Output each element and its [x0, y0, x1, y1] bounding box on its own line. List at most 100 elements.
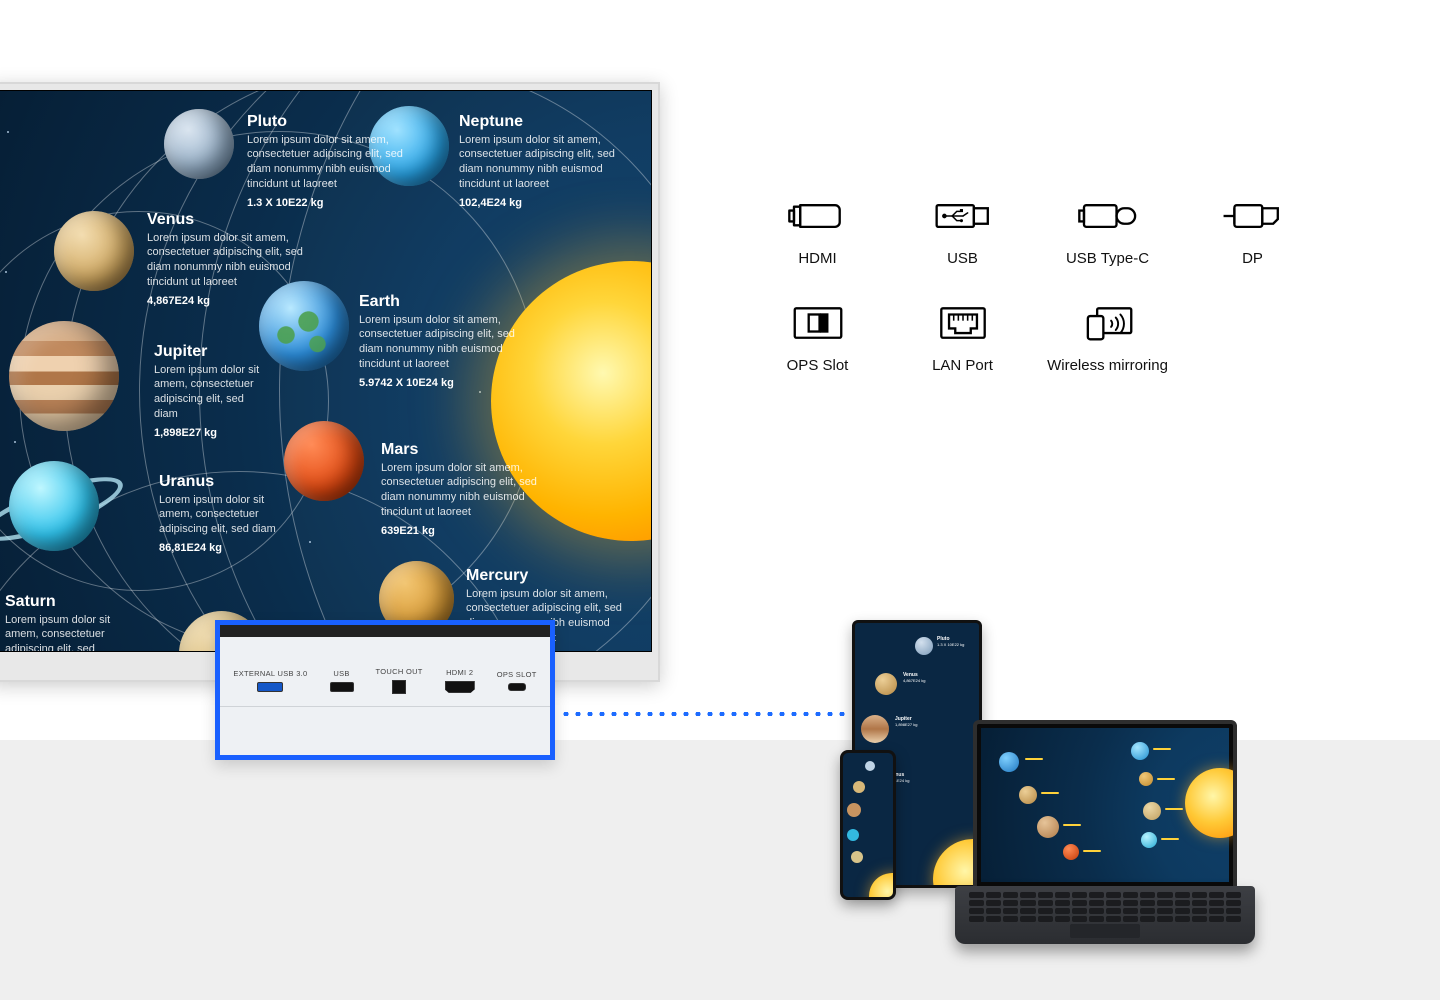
usb-c-icon: [1077, 196, 1139, 236]
port-row: EXTERNAL USB 3.0 USB TOUCH OUT HDMI 2 OP…: [220, 655, 550, 707]
planet-label-neptune: Neptune Lorem ipsum dolor sit amem, cons…: [459, 111, 629, 211]
mini-planet: [865, 761, 875, 771]
port-label: TOUCH OUT: [376, 667, 423, 676]
sun-icon: [1185, 768, 1237, 838]
planet-mars: [284, 421, 364, 501]
usb3-port-icon: [257, 682, 283, 692]
mini-planet: [851, 851, 863, 863]
conn-dp: DP: [1185, 196, 1320, 267]
conn-label: OPS Slot: [787, 357, 849, 374]
label-dash: [1041, 792, 1059, 794]
label-dash: [1083, 850, 1101, 852]
port-label: EXTERNAL USB 3.0: [233, 669, 307, 678]
planet-desc: Lorem ipsum dolor sit amem, consectetuer…: [5, 613, 120, 652]
planet-desc: Lorem ipsum dolor sit amem, consectetuer…: [147, 231, 317, 290]
laptop-device: [955, 744, 1255, 944]
planet-label-saturn: Saturn Lorem ipsum dolor sit amem, conse…: [5, 591, 120, 652]
interactive-display: Pluto Lorem ipsum dolor sit amem, consec…: [0, 82, 660, 682]
port-usb3: EXTERNAL USB 3.0: [233, 669, 307, 692]
port-usb: USB: [330, 669, 354, 692]
mini-planet: [1139, 772, 1153, 786]
mini-label: Venus4,867E24 kg: [903, 673, 925, 683]
planet-desc: Lorem ipsum dolor sit amem, consectetuer…: [247, 133, 417, 192]
conn-hdmi: HDMI: [750, 196, 885, 267]
mini-planet: [847, 803, 861, 817]
mini-planet: [1143, 802, 1161, 820]
mini-planet: [1063, 844, 1079, 860]
conn-label: DP: [1242, 250, 1263, 267]
devices-cluster: Pluto1.3 X 10E22 kg Venus4,867E24 kg Jup…: [840, 604, 1270, 944]
laptop-base: [955, 886, 1255, 944]
planet-mass: 86,81E24 kg: [159, 541, 279, 556]
label-dash: [1161, 838, 1179, 840]
mini-planet: [1019, 786, 1037, 804]
lan-icon: [932, 303, 994, 343]
planet-label-mars: Mars Lorem ipsum dolor sit amem, consect…: [381, 439, 551, 539]
mini-planet: [847, 829, 859, 841]
mini-planet: [915, 637, 933, 655]
mini-label: Jupiter1,898E27 kg: [895, 717, 917, 727]
dp-icon: [1222, 196, 1284, 236]
planet-mass: 639E21 kg: [381, 524, 551, 539]
laptop-keyboard: [969, 892, 1241, 922]
star-icon: [7, 131, 9, 133]
planet-name: Mercury: [466, 565, 636, 587]
planet-mass: 102,4E24 kg: [459, 196, 629, 211]
planet-name: Pluto: [247, 111, 417, 133]
conn-label: HDMI: [798, 250, 836, 267]
planet-name: Saturn: [5, 591, 120, 613]
laptop-trackpad: [1070, 924, 1140, 938]
planet-desc: Lorem ipsum dolor sit amem, consectetuer…: [381, 461, 551, 520]
planet-desc: Lorem ipsum dolor sit amem, consectetuer…: [459, 133, 629, 192]
planet-name: Jupiter: [154, 341, 264, 363]
label-dash: [1153, 748, 1171, 750]
mini-planet: [861, 715, 889, 743]
port-panel-bezel: [220, 625, 550, 637]
mini-planet: [1037, 816, 1059, 838]
phone-device: [840, 750, 896, 900]
port-label: HDMI 2: [446, 668, 473, 677]
mini-planet: [1141, 832, 1157, 848]
conn-usb-c: USB Type-C: [1040, 196, 1175, 267]
planet-desc: Lorem ipsum dolor sit amem, consectetuer…: [154, 363, 264, 422]
port-label: USB: [333, 669, 349, 678]
conn-label: USB: [947, 250, 978, 267]
ops-port-icon: [508, 683, 526, 691]
sun-icon: [869, 873, 896, 900]
touch-port-icon: [392, 680, 406, 694]
planet-pluto: [164, 109, 234, 179]
mini-planet: [853, 781, 865, 793]
conn-label: LAN Port: [932, 357, 993, 374]
planet-name: Mars: [381, 439, 551, 461]
conn-ops: OPS Slot: [750, 303, 885, 374]
display-screen: Pluto Lorem ipsum dolor sit amem, consec…: [0, 90, 652, 652]
mini-label: Pluto1.3 X 10E22 kg: [937, 637, 964, 647]
port-ops: OPS SLOT: [497, 670, 537, 691]
port-label: OPS SLOT: [497, 670, 537, 679]
connection-dotted-line: [560, 712, 846, 716]
hdmi-icon: [787, 196, 849, 236]
planet-name: Neptune: [459, 111, 629, 133]
planet-uranus: [9, 461, 99, 551]
conn-wireless: Wireless mirroring: [1040, 303, 1175, 374]
planet-name: Venus: [147, 209, 317, 231]
planet-label-venus: Venus Lorem ipsum dolor sit amem, consec…: [147, 209, 317, 309]
conn-label: USB Type-C: [1066, 250, 1149, 267]
usb-icon: [932, 196, 994, 236]
planet-name: Uranus: [159, 471, 279, 493]
label-dash: [1165, 808, 1183, 810]
planet-desc: Lorem ipsum dolor sit amem, consectetuer…: [359, 313, 529, 372]
planet-label-earth: Earth Lorem ipsum dolor sit amem, consec…: [359, 291, 529, 391]
conn-label: Wireless mirroring: [1047, 357, 1168, 374]
planet-desc: Lorem ipsum dolor sit amem, consectetuer…: [159, 493, 279, 538]
label-dash: [1063, 824, 1081, 826]
port-panel-callout: EXTERNAL USB 3.0 USB TOUCH OUT HDMI 2 OP…: [215, 620, 555, 760]
mini-planet: [1131, 742, 1149, 760]
planet-mass: 1,898E27 kg: [154, 426, 264, 441]
conn-usb: USB: [895, 196, 1030, 267]
hdmi-port-icon: [445, 681, 475, 693]
label-dash: [1025, 758, 1043, 760]
planet-jupiter: [9, 321, 119, 431]
planet-mass: 4,867E24 kg: [147, 294, 317, 309]
planet-label-jupiter: Jupiter Lorem ipsum dolor sit amem, cons…: [154, 341, 264, 441]
